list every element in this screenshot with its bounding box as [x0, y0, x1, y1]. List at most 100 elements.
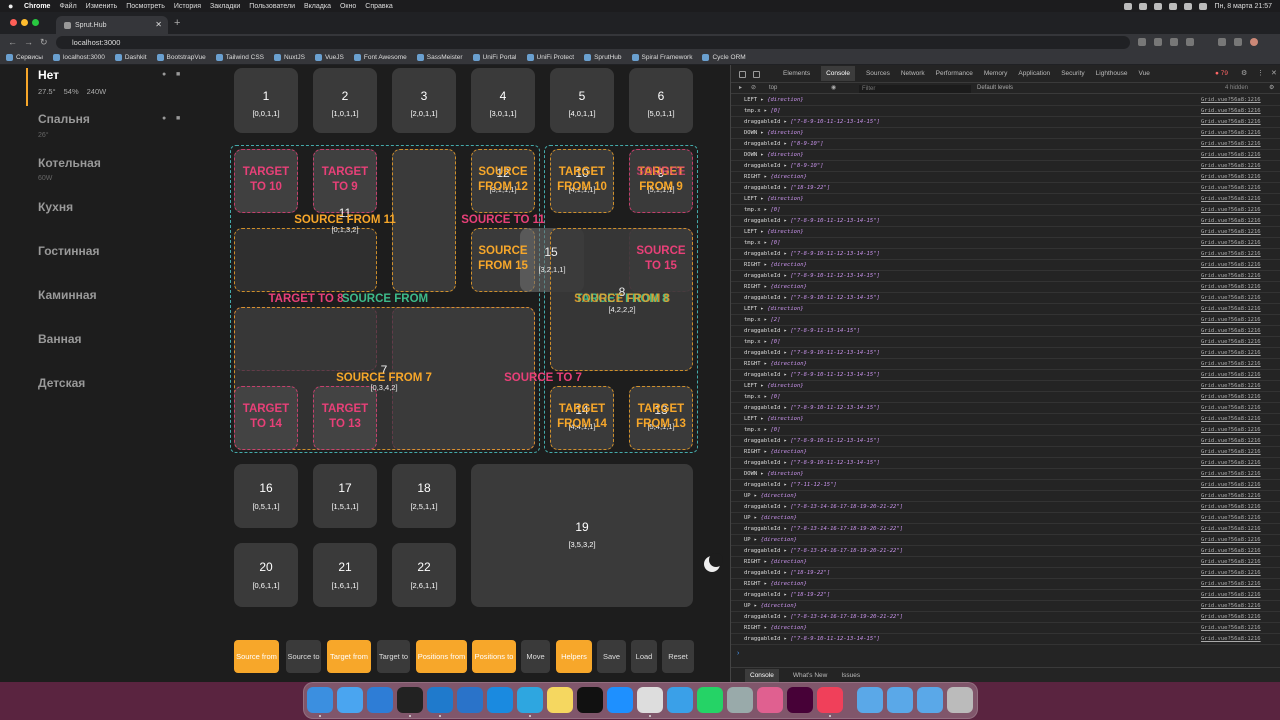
grid-tile[interactable]: 17 [1,5,1,1]	[313, 464, 377, 528]
console-row[interactable]: draggableId ▸ ["7-8-9-11-13-14-15"] Grid.…	[731, 326, 1280, 337]
console-row[interactable]: LEFT ▸ {direction} Grid.vue?56a8:1216	[731, 95, 1280, 106]
source-link[interactable]: Grid.vue?56a8:1216	[1201, 227, 1261, 237]
source-link[interactable]: Grid.vue?56a8:1216	[1201, 557, 1261, 567]
source-link[interactable]: Grid.vue?56a8:1216	[1201, 502, 1261, 512]
expand-icon[interactable]: ▸	[751, 537, 761, 543]
expand-icon[interactable]: ▸	[780, 405, 790, 411]
console-row[interactable]: LEFT ▸ {direction} Grid.vue?56a8:1216	[731, 227, 1280, 238]
inspect-icon[interactable]	[739, 71, 746, 78]
menu-item[interactable]: Закладки	[210, 3, 240, 10]
status-icon[interactable]	[1139, 2, 1148, 10]
tab-memory[interactable]: Memory	[984, 70, 1007, 77]
sidebar-toggle-icon[interactable]: ▸	[739, 84, 742, 91]
extension-icon[interactable]	[1138, 38, 1146, 46]
expand-icon[interactable]: ▸	[761, 449, 771, 455]
url-input[interactable]: localhost:3000	[56, 36, 1130, 49]
expand-icon[interactable]: ▸	[757, 416, 767, 422]
room-item[interactable]: Ванная	[38, 332, 82, 346]
drawer-tab-console[interactable]: Console	[745, 668, 779, 682]
room-item[interactable]: Кухня	[38, 200, 73, 214]
grid-tile[interactable]: 16 [0,5,1,1]	[234, 464, 298, 528]
expand-icon[interactable]: ▸	[780, 295, 790, 301]
source-link[interactable]: Grid.vue?56a8:1216	[1201, 370, 1261, 380]
bookmark[interactable]: Cycle ORM	[702, 54, 746, 61]
console-row[interactable]: RIGHT ▸ {direction} Grid.vue?56a8:1216	[731, 282, 1280, 293]
extension-icon[interactable]	[1170, 38, 1178, 46]
tab-elements[interactable]: Elements	[783, 70, 810, 77]
filter-input[interactable]: Filter	[859, 85, 971, 93]
console-row[interactable]: draggableId ▸ ["18-19-22"] Grid.vue?56a8:…	[731, 568, 1280, 579]
device-toolbar-icon[interactable]	[753, 71, 760, 78]
whatsapp-icon[interactable]	[697, 687, 723, 713]
source-link[interactable]: Grid.vue?56a8:1216	[1201, 348, 1261, 358]
load-button[interactable]: Load	[631, 640, 657, 673]
console-row[interactable]: draggableId ▸ ["7-8-9-10-11-12-13-14-15"…	[731, 634, 1280, 645]
console-row[interactable]: UP ▸ {direction} Grid.vue?56a8:1216	[731, 535, 1280, 546]
new-tab-button[interactable]: +	[174, 17, 180, 29]
drawer-tab-issues[interactable]: Issues	[841, 672, 860, 679]
extension-icon[interactable]	[1186, 38, 1194, 46]
expand-icon[interactable]: ▸	[751, 603, 761, 609]
source-link[interactable]: Grid.vue?56a8:1216	[1201, 469, 1261, 479]
error-count[interactable]: ● 79	[1215, 70, 1228, 77]
expand-icon[interactable]: ▸	[780, 141, 790, 147]
expand-icon[interactable]: ▸	[757, 196, 767, 202]
room-item[interactable]: Спальня	[38, 112, 90, 126]
browser-tab[interactable]: Sprut.Hub ✕	[56, 16, 168, 34]
more-icon[interactable]: ⋮	[1257, 69, 1264, 77]
expand-icon[interactable]: ▸	[780, 372, 790, 378]
source-link[interactable]: Grid.vue?56a8:1216	[1201, 535, 1261, 545]
menu-item[interactable]: Окно	[340, 3, 356, 10]
console-row[interactable]: tmp.x ▸ [0] Grid.vue?56a8:1216	[731, 238, 1280, 249]
bookmark[interactable]: localhost:3000	[52, 54, 105, 61]
console-row[interactable]: draggableId ▸ ["7-8-9-10-11-12-13-14-15"…	[731, 293, 1280, 304]
source-link[interactable]: Grid.vue?56a8:1216	[1201, 458, 1261, 468]
context-select[interactable]: top	[769, 85, 777, 91]
source-link[interactable]: Grid.vue?56a8:1216	[1201, 425, 1261, 435]
console-row[interactable]: RIGHT ▸ {direction} Grid.vue?56a8:1216	[731, 557, 1280, 568]
console-row[interactable]: RIGHT ▸ {direction} Grid.vue?56a8:1216	[731, 579, 1280, 590]
menu-item[interactable]: Вкладка	[304, 3, 331, 10]
bookmark[interactable]: Spiral Framework	[631, 54, 692, 61]
console-row[interactable]: draggableId ▸ ["18-19-22"] Grid.vue?56a8:…	[731, 183, 1280, 194]
console-row[interactable]: draggableId ▸ ["7-8-9-10-11-12-13-14-15"…	[731, 117, 1280, 128]
vscode-icon[interactable]	[427, 687, 453, 713]
source-link[interactable]: Grid.vue?56a8:1216	[1201, 150, 1261, 160]
app-icon[interactable]	[667, 687, 693, 713]
source-link[interactable]: Grid.vue?56a8:1216	[1201, 205, 1261, 215]
expand-icon[interactable]: ▸	[761, 394, 771, 400]
bookmark[interactable]: Dashkit	[114, 54, 147, 61]
expand-icon[interactable]: ▸	[780, 636, 790, 642]
source-link[interactable]: Grid.vue?56a8:1216	[1201, 579, 1261, 589]
source-link[interactable]: Grid.vue?56a8:1216	[1201, 436, 1261, 446]
terminal-icon[interactable]	[577, 687, 603, 713]
console-row[interactable]: tmp.x ▸ [0] Grid.vue?56a8:1216	[731, 392, 1280, 403]
console-settings-icon[interactable]: ⚙	[1269, 84, 1274, 91]
expand-icon[interactable]: ▸	[761, 625, 771, 631]
avatar[interactable]	[1250, 38, 1258, 46]
source-link[interactable]: Grid.vue?56a8:1216	[1201, 392, 1261, 402]
tab-application[interactable]: Application	[1018, 70, 1050, 77]
expand-icon[interactable]: ▸	[761, 361, 771, 367]
bookmark[interactable]: NuxtJS	[274, 54, 305, 61]
phpstorm-icon[interactable]	[397, 687, 423, 713]
door-icon[interactable]: ■	[176, 115, 180, 122]
expand-icon[interactable]: ▸	[780, 460, 790, 466]
console-row[interactable]: draggableId ▸ ["7-8-13-14-16-17-18-19-20…	[731, 502, 1280, 513]
source-link[interactable]: Grid.vue?56a8:1216	[1201, 403, 1261, 413]
bookmark[interactable]: UniFi Protect	[526, 54, 574, 61]
room-item[interactable]: Детская	[38, 376, 85, 390]
back-icon[interactable]: ←	[8, 37, 17, 47]
eye-icon[interactable]: ◉	[831, 84, 836, 91]
source-link[interactable]: Grid.vue?56a8:1216	[1201, 381, 1261, 391]
console-row[interactable]: draggableId ▸ ["7-8-9-10-11-12-13-14-15"…	[731, 271, 1280, 282]
app-icon[interactable]	[457, 687, 483, 713]
source-link[interactable]: Grid.vue?56a8:1216	[1201, 612, 1261, 622]
source-link[interactable]: Grid.vue?56a8:1216	[1201, 139, 1261, 149]
extension-icon[interactable]	[1218, 38, 1226, 46]
console-row[interactable]: DOWN ▸ {direction} Grid.vue?56a8:1216	[731, 150, 1280, 161]
grid-tile[interactable]: 21 [1,6,1,1]	[313, 543, 377, 607]
console-row[interactable]: DOWN ▸ {direction} Grid.vue?56a8:1216	[731, 128, 1280, 139]
expand-icon[interactable]: ▸	[761, 559, 771, 565]
expand-icon[interactable]: ▸	[761, 317, 771, 323]
